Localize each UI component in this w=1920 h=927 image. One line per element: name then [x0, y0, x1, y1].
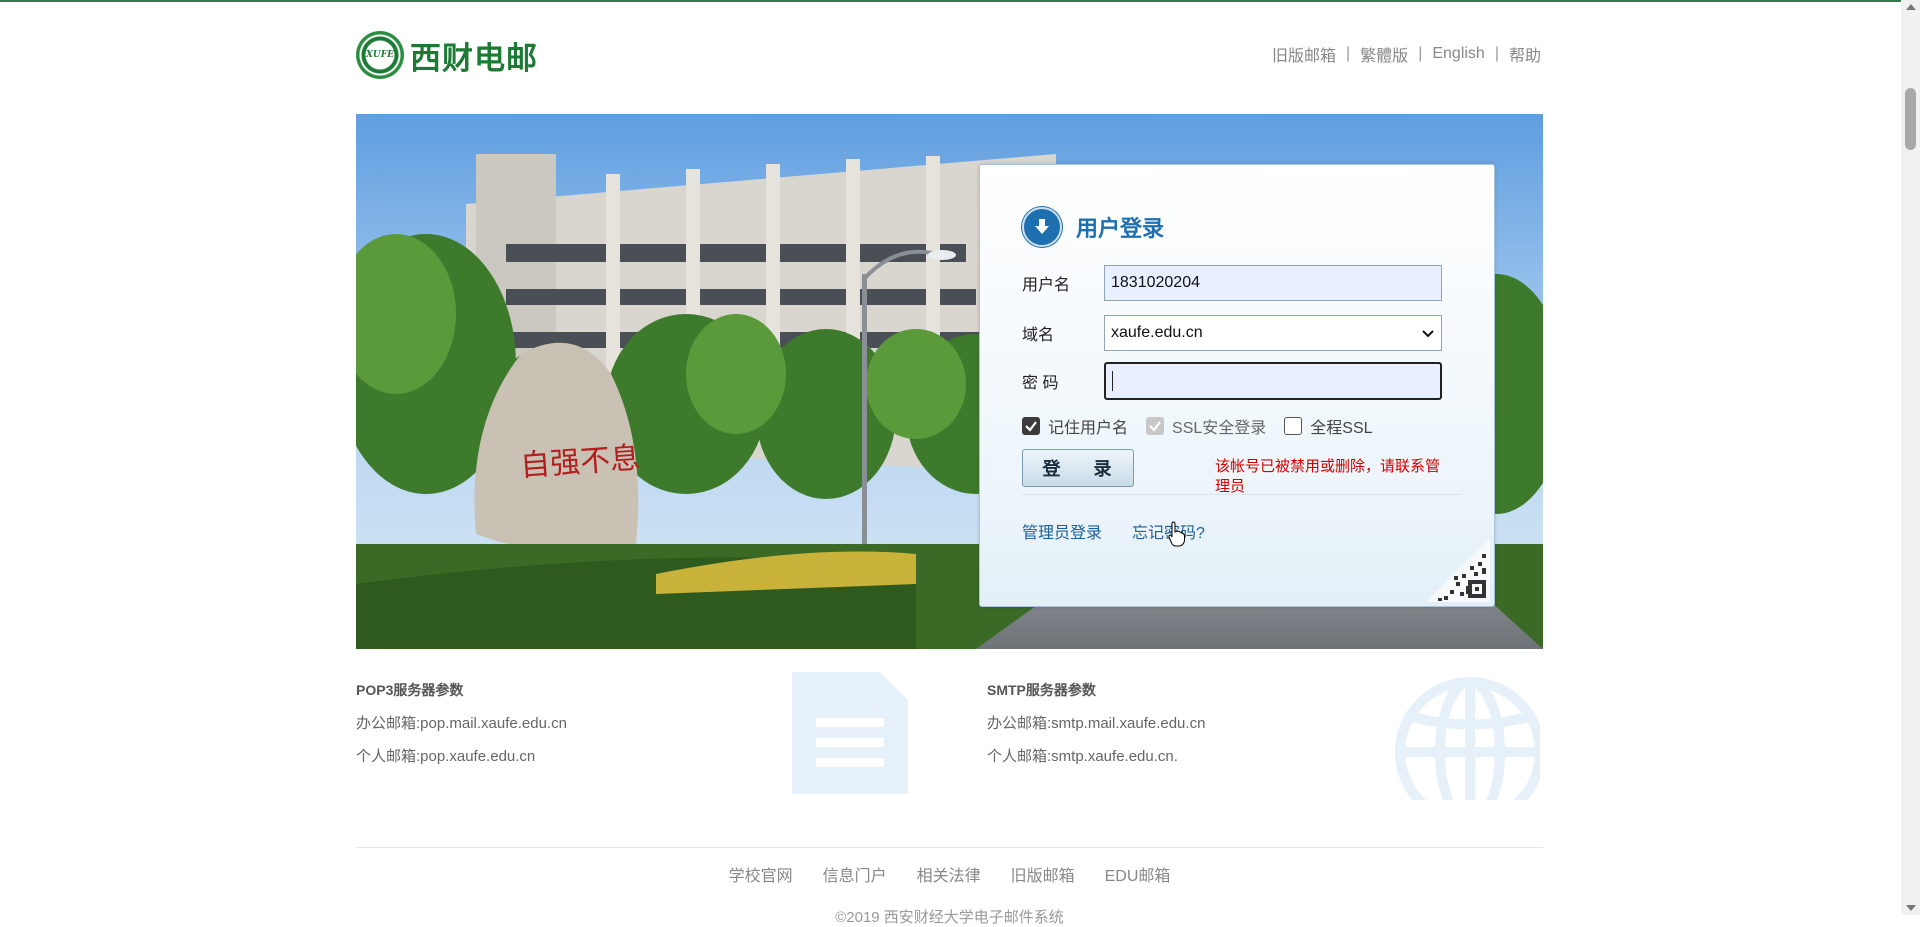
- hand-pointer-icon: [1168, 521, 1185, 547]
- english-link[interactable]: English: [1432, 45, 1484, 63]
- scroll-down-icon[interactable]: [1906, 905, 1916, 911]
- domain-label: 域名: [1022, 327, 1055, 344]
- password-row: 密 码: [1022, 362, 1442, 400]
- login-header: 用户登录: [1022, 207, 1164, 247]
- pop3-info: POP3服务器参数 办公邮箱:pop.mail.xaufe.edu.cn 个人邮…: [356, 680, 567, 778]
- admin-login-link[interactable]: 管理员登录: [1022, 519, 1102, 543]
- old-mailbox-footer-link[interactable]: 旧版邮箱: [1011, 862, 1075, 886]
- school-website-link[interactable]: 学校官网: [729, 862, 793, 886]
- copyright: ©2019 西安财经大学电子邮件系统: [835, 909, 1064, 926]
- remember-username-label: 记住用户名: [1048, 420, 1129, 437]
- document-watermark-icon: [792, 672, 908, 794]
- link-separator: |: [1346, 45, 1351, 62]
- login-button[interactable]: 登 录: [1022, 449, 1134, 487]
- login-options: 记住用户名 SSL安全登录 全程SSL: [1022, 414, 1391, 438]
- smtp-heading: SMTP服务器参数: [987, 682, 1096, 698]
- checkbox-checked-icon: [1022, 417, 1040, 435]
- password-label: 密 码: [1022, 375, 1059, 392]
- login-panel: 用户登录 用户名 1831020204 域名 xaufe.edu.cn 密 码 …: [979, 164, 1495, 607]
- smtp-office: 办公邮箱:smtp.mail.xaufe.edu.cn: [987, 715, 1206, 732]
- info-portal-link[interactable]: 信息门户: [823, 862, 887, 886]
- username-label: 用户名: [1022, 277, 1071, 294]
- login-title: 用户登录: [1076, 216, 1165, 241]
- logo[interactable]: XUFE 西财电邮: [356, 31, 538, 79]
- login-divider: [1022, 494, 1462, 495]
- ssl-login-label: SSL安全登录: [1172, 420, 1267, 437]
- domain-row: 域名 xaufe.edu.cn: [1022, 315, 1442, 351]
- domain-select[interactable]: xaufe.edu.cn: [1104, 315, 1442, 351]
- legal-link[interactable]: 相关法律: [917, 862, 981, 886]
- checkbox-unchecked-icon: [1284, 417, 1303, 435]
- remember-username-checkbox[interactable]: 记住用户名: [1022, 414, 1128, 438]
- text-caret: [1112, 371, 1113, 391]
- help-link[interactable]: 帮助: [1509, 42, 1541, 66]
- smtp-personal: 个人邮箱:smtp.xaufe.edu.cn.: [987, 748, 1178, 765]
- link-separator: |: [1418, 45, 1423, 62]
- scroll-up-icon[interactable]: [1906, 4, 1916, 10]
- footer-links: 学校官网 信息门户 相关法律 旧版邮箱 EDU邮箱: [0, 862, 1899, 886]
- scroll-thumb[interactable]: [1905, 88, 1916, 150]
- username-row: 用户名 1831020204: [1022, 265, 1442, 301]
- logo-abbr: XUFE: [365, 50, 395, 60]
- qr-code-corner-icon[interactable]: [1426, 538, 1490, 602]
- traditional-chinese-link[interactable]: 繁體版: [1360, 42, 1408, 66]
- pop3-heading: POP3服务器参数: [356, 682, 464, 698]
- ssl-login-checkbox: SSL安全登录: [1146, 414, 1266, 438]
- download-arrow-icon: [1022, 207, 1062, 247]
- domain-selected-value: xaufe.edu.cn: [1111, 324, 1203, 341]
- full-ssl-checkbox[interactable]: 全程SSL: [1284, 414, 1373, 438]
- chevron-down-icon: [1422, 330, 1434, 338]
- error-message: 该帐号已被禁用或删除，请联系管理员: [1215, 458, 1441, 495]
- top-links: 旧版邮箱 | 繁體版 | English | 帮助: [1272, 42, 1541, 66]
- pop3-personal: 个人邮箱:pop.xaufe.edu.cn: [356, 748, 536, 765]
- link-separator: |: [1494, 45, 1499, 62]
- edu-mailbox-link[interactable]: EDU邮箱: [1105, 862, 1171, 886]
- old-mailbox-link[interactable]: 旧版邮箱: [1272, 42, 1336, 66]
- username-input[interactable]: 1831020204: [1104, 265, 1442, 301]
- top-accent-line: [0, 0, 1920, 2]
- login-links: 管理员登录 忘记密码?: [1022, 519, 1235, 543]
- checkbox-disabled-checked-icon: [1146, 417, 1165, 435]
- logo-text: 西财电邮: [410, 40, 538, 77]
- page-scrollbar[interactable]: [1901, 0, 1920, 915]
- pop3-office: 办公邮箱:pop.mail.xaufe.edu.cn: [356, 715, 567, 732]
- globe-watermark-icon: [1395, 677, 1540, 800]
- university-seal-icon: XUFE: [356, 31, 404, 79]
- full-ssl-label: 全程SSL: [1310, 420, 1373, 437]
- password-input[interactable]: [1104, 362, 1442, 400]
- footer-divider: [356, 847, 1543, 848]
- header: XUFE 西财电邮 旧版邮箱 | 繁體版 | English | 帮助: [356, 28, 1541, 88]
- smtp-info: SMTP服务器参数 办公邮箱:smtp.mail.xaufe.edu.cn 个人…: [987, 680, 1205, 778]
